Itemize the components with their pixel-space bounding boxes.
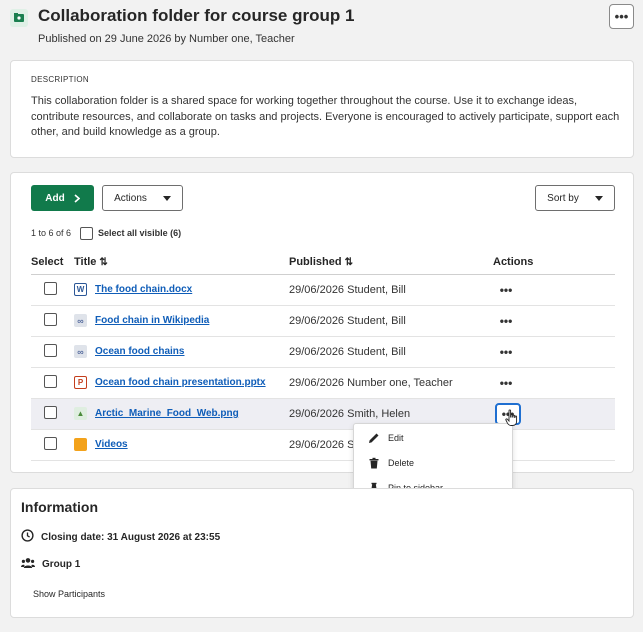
table-row: ∞ Ocean food chains 29/06/2026 Student, B… [31,336,615,368]
page-title: Collaboration folder for course group 1 [38,6,355,25]
file-link[interactable]: Videos [95,439,128,450]
closing-date-row: Closing date: 31 August 2026 at 23:55 [21,529,220,545]
menu-item-delete[interactable]: Delete [368,455,414,471]
table-row: Videos 29/06/2026 Sm [31,429,615,461]
add-button-label: Add [45,192,65,204]
published-cell: 29/06/2026 Student, Bill [289,305,493,337]
information-title: Information [21,499,98,515]
powerpoint-icon: P [74,376,87,389]
caret-down-icon [162,195,171,201]
published-cell: 29/06/2026 Student, Bill [289,274,493,306]
page-subtitle: Published on 29 June 2026 by Number one,… [38,33,295,45]
hand-cursor-icon [505,409,519,427]
sort-icon[interactable]: ⇅ [345,257,353,268]
description-text: This collaboration folder is a shared sp… [31,95,620,138]
sort-by-dropdown[interactable]: Sort by [535,185,615,211]
published-cell: 29/06/2026 Number one, Teacher [289,367,493,399]
row-checkbox[interactable] [44,374,57,388]
description-card: DESCRIPTION This collaboration folder is… [10,60,634,158]
trash-icon [368,457,380,469]
actions-dropdown[interactable]: Actions [102,185,183,211]
folder-icon [74,438,87,451]
show-participants-link[interactable]: Show Participants [33,589,105,599]
row-checkbox[interactable] [44,405,57,419]
file-link[interactable]: The food chain.docx [95,284,192,295]
content-table: Select Title ⇅ Published ⇅ Actions W The fo… [31,251,615,461]
menu-item-edit[interactable]: Edit [368,430,404,446]
menu-item-label: Delete [388,458,415,468]
link-icon: ∞ [74,314,87,327]
group-row: Group 1 [21,557,80,572]
chevron-right-icon [74,193,80,203]
file-link[interactable]: Arctic_Marine_Food_Web.png [95,408,239,419]
content-list-card: Add Actions Sort by 1 to 6 of 6 Select a… [10,172,634,473]
information-card: Information Closing date: 31 August 2026… [10,488,634,618]
page-header: Collaboration folder for course group 1 … [0,0,643,56]
row-checkbox[interactable] [44,312,57,326]
column-header-title[interactable]: Title ⇅ [74,251,289,275]
select-all-label[interactable]: Select all visible (6) [98,228,181,238]
published-cell: 29/06/2026 Student, Bill [289,336,493,368]
row-actions-button[interactable]: ••• [495,280,517,300]
link-icon: ∞ [74,345,87,358]
column-header-select: Select [31,251,74,275]
list-count-row: 1 to 6 of 6 Select all visible (6) [31,226,181,240]
select-all-checkbox[interactable] [80,226,94,240]
row-actions-button[interactable]: ••• [495,342,517,362]
row-checkbox[interactable] [44,343,57,357]
row-actions-button[interactable]: ••• [495,373,517,393]
page-more-button[interactable]: ••• [609,4,634,29]
table-row: W The food chain.docx 29/06/2026 Student,… [31,274,615,306]
clock-icon [21,529,34,545]
sort-by-label: Sort by [547,192,579,204]
table-row: ▲ Arctic_Marine_Food_Web.png 29/06/2026 S… [31,398,615,430]
caret-down-icon [594,195,603,201]
pencil-icon [368,432,380,444]
group-name: Group 1 [42,559,81,570]
file-link[interactable]: Ocean food chains [95,346,184,357]
table-row: P Ocean food chain presentation.pptx 29/0… [31,367,615,399]
word-doc-icon: W [74,283,87,296]
item-count: 1 to 6 of 6 [31,228,72,238]
column-header-actions: Actions [493,251,615,275]
description-heading: DESCRIPTION [31,75,89,84]
row-checkbox[interactable] [44,281,57,295]
closing-date: Closing date: 31 August 2026 at 23:55 [41,531,221,543]
column-header-published[interactable]: Published ⇅ [289,251,493,275]
menu-item-label: Edit [388,433,404,443]
folder-group-icon [10,9,28,27]
table-row: ∞ Food chain in Wikipedia 29/06/2026 Stud… [31,305,615,337]
file-link[interactable]: Ocean food chain presentation.pptx [95,377,266,388]
row-actions-button[interactable]: ••• [495,311,517,331]
add-button[interactable]: Add [31,185,94,211]
image-icon: ▲ [74,407,87,420]
people-icon [21,557,35,572]
row-checkbox[interactable] [44,436,57,450]
sort-icon[interactable]: ⇅ [99,257,107,268]
file-link[interactable]: Food chain in Wikipedia [95,315,209,326]
actions-dropdown-label: Actions [114,192,147,204]
